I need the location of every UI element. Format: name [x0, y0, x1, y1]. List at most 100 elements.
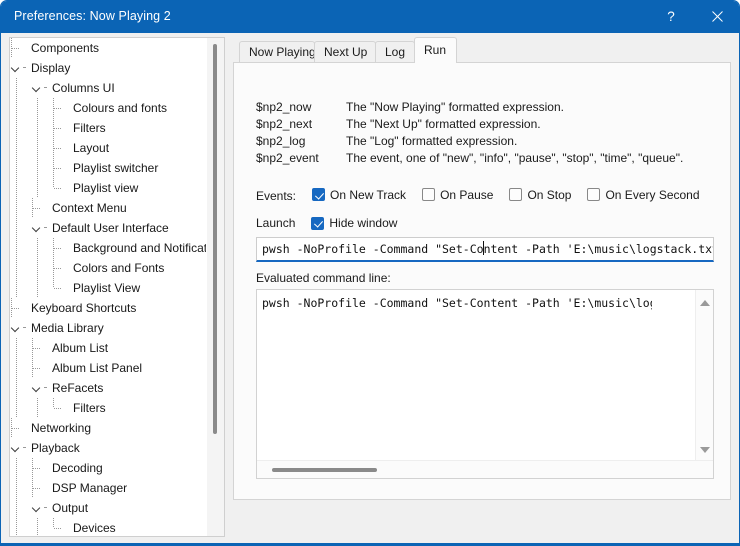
checkbox-hide-window[interactable]: Hide window	[311, 216, 397, 230]
tree-connector	[31, 458, 44, 478]
evaluated-command-box[interactable]: pwsh -NoProfile -Command "Set-Content -P…	[256, 289, 714, 479]
evaluated-command-text: pwsh -NoProfile -Command "Set-Content -P…	[262, 296, 652, 310]
tree-guide-line	[16, 358, 17, 378]
events-checkbox-group: On New Track On Pause On Stop On Every Seco…	[296, 188, 700, 205]
checkbox-label: On New Track	[330, 187, 407, 202]
sidebar-item-keyboard-shortcuts[interactable]: Keyboard Shortcuts	[10, 298, 206, 318]
checkbox-on-stop[interactable]: On Stop	[509, 188, 571, 202]
sidebar-item-playlist-switcher[interactable]: Playlist switcher	[10, 158, 206, 178]
close-button[interactable]	[695, 1, 739, 32]
tree-connector	[23, 438, 28, 458]
token-row: $np2_next The "Next Up" formatted express…	[256, 116, 683, 133]
sidebar-item-label: Playlist switcher	[73, 160, 159, 175]
tree-guide-line	[16, 178, 17, 198]
evaluated-horizontal-scrollbar[interactable]	[257, 460, 713, 478]
command-line-input[interactable]: pwsh -NoProfile -Command "Set-Content -P…	[256, 237, 714, 262]
sidebar-item-default-user-interface[interactable]: Default User Interface	[10, 218, 206, 238]
sidebar-item-label: Components	[31, 40, 100, 55]
sidebar-item-playback[interactable]: Playback	[10, 438, 206, 458]
tree-guide-line	[16, 218, 17, 238]
tab-body-run: $np2_now The "Now Playing" formatted expr…	[233, 62, 731, 500]
checkbox-label: On Stop	[527, 187, 572, 202]
evaluated-hscrollbar-thumb[interactable]	[272, 468, 377, 472]
tree-expander[interactable]	[31, 78, 44, 98]
window-title: Preferences: Now Playing 2	[14, 9, 171, 23]
sidebar-item-album-list[interactable]: Album List	[10, 338, 206, 358]
sidebar-item-media-library[interactable]: Media Library	[10, 318, 206, 338]
tree-connector	[52, 158, 65, 178]
sidebar-item-playlist-view[interactable]: Playlist view	[10, 178, 206, 198]
tab-strip: Now Playing Next Up Log Run	[233, 37, 731, 63]
tree-expander[interactable]	[10, 58, 23, 78]
sidebar-item-colors-and-fonts[interactable]: Colors and Fonts	[10, 258, 206, 278]
sidebar-item-label: Filters	[73, 400, 106, 415]
sidebar-item-label: Album List	[52, 340, 109, 355]
sidebar-item-columns-ui[interactable]: Columns UI	[10, 78, 206, 98]
tree-guide-line	[16, 498, 17, 518]
sidebar-item-refacets[interactable]: ReFacets	[10, 378, 206, 398]
tree-indent	[10, 158, 31, 178]
tree-expander[interactable]	[31, 218, 44, 238]
tree-scrollbar-thumb[interactable]	[213, 44, 217, 434]
help-button[interactable]: ?	[649, 1, 693, 32]
tree-indent	[10, 338, 31, 358]
sidebar-item-layout[interactable]: Layout	[10, 138, 206, 158]
tree-connector	[52, 138, 65, 158]
checkbox-on-pause[interactable]: On Pause	[422, 188, 493, 202]
tree-indent	[10, 358, 31, 378]
tree-scrollbar[interactable]	[207, 38, 224, 536]
sidebar-item-context-menu[interactable]: Context Menu	[10, 198, 206, 218]
tree-connector	[44, 218, 49, 238]
tab-next-up[interactable]: Next Up	[314, 41, 376, 62]
tab-run[interactable]: Run	[414, 37, 457, 63]
tree-guide-line	[16, 338, 17, 358]
sidebar-item-album-list-panel[interactable]: Album List Panel	[10, 358, 206, 378]
token-row: $np2_event The event, one of "new", "info…	[256, 150, 683, 167]
token-description: The "Log" formatted expression.	[346, 134, 518, 148]
sidebar-item-dsp-manager[interactable]: DSP Manager	[10, 478, 206, 498]
tree-indent	[10, 498, 31, 518]
tab-now-playing[interactable]: Now Playing	[239, 41, 316, 62]
tree-indent	[31, 238, 52, 258]
tree-expander[interactable]	[10, 318, 23, 338]
sidebar-item-colours-and-fonts[interactable]: Colours and fonts	[10, 98, 206, 118]
tree-guide-line	[37, 258, 38, 278]
sidebar-item-playlist-view[interactable]: Playlist View	[10, 278, 206, 298]
preferences-tree[interactable]: Components Display Columns UI Colours and f…	[9, 37, 225, 537]
scroll-up-button[interactable]	[696, 294, 713, 311]
tree-indent	[10, 478, 31, 498]
scroll-down-button[interactable]	[696, 441, 713, 458]
triangle-down-icon	[699, 446, 710, 453]
question-mark-icon: ?	[667, 9, 675, 24]
tree-expander[interactable]	[10, 438, 23, 458]
sidebar-item-networking[interactable]: Networking	[10, 418, 206, 438]
sidebar-item-filters[interactable]: Filters	[10, 118, 206, 138]
tree-indent	[10, 258, 31, 278]
sidebar-item-label: Default User Interface	[52, 220, 169, 235]
tree-expander[interactable]	[31, 498, 44, 518]
sidebar-item-background-and-notifications[interactable]: Background and Notifications	[10, 238, 206, 258]
sidebar-item-components[interactable]: Components	[10, 38, 206, 58]
tab-log[interactable]: Log	[375, 41, 415, 62]
sidebar-item-decoding[interactable]: Decoding	[10, 458, 206, 478]
checkbox-on-every-second[interactable]: On Every Second	[587, 188, 700, 202]
checkbox-empty-icon	[509, 188, 523, 202]
tab-label: Log	[385, 45, 406, 59]
sidebar-item-filters[interactable]: Filters	[10, 398, 206, 418]
sidebar-item-devices[interactable]: Devices	[10, 518, 206, 536]
sidebar-item-output[interactable]: Output	[10, 498, 206, 518]
checkbox-on-new-track[interactable]: On New Track	[312, 188, 406, 202]
tree-indent	[10, 238, 31, 258]
tree-connector	[44, 78, 49, 98]
token-description: The event, one of "new", "info", "pause"…	[346, 151, 684, 165]
tree-expander[interactable]	[31, 378, 44, 398]
sidebar-item-label: Decoding	[52, 460, 103, 475]
sidebar-item-label: Layout	[73, 140, 110, 155]
sidebar-item-display[interactable]: Display	[10, 58, 206, 78]
token-description: The "Now Playing" formatted expression.	[346, 100, 564, 114]
command-text-after-caret: ntent -Path 'E:\music\logstack.txt' -Val…	[483, 242, 714, 256]
tree-indent	[10, 278, 31, 298]
tree-indent	[31, 138, 52, 158]
evaluated-vertical-scrollbar[interactable]	[695, 290, 713, 462]
tree-guide-line	[16, 138, 17, 158]
